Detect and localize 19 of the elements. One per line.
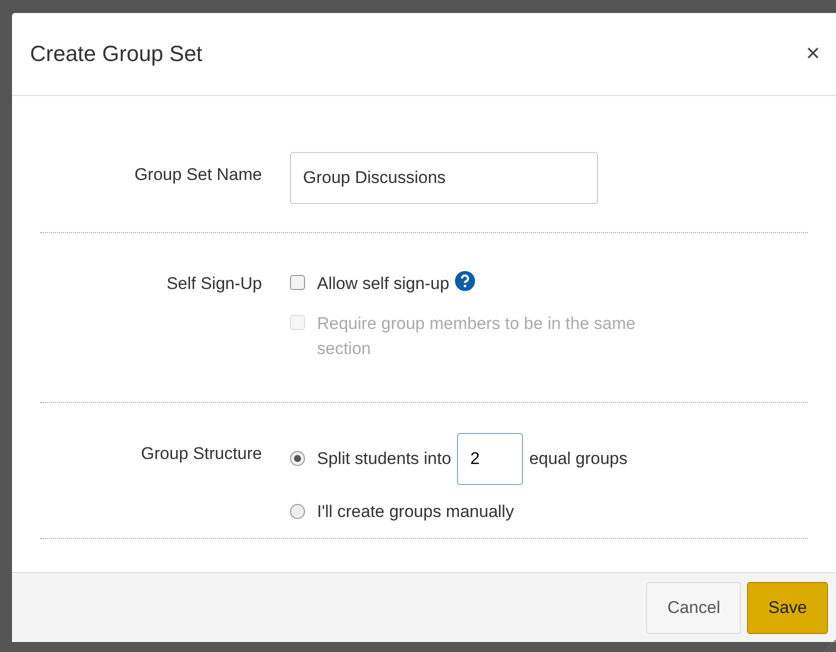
help-icon[interactable]	[455, 271, 476, 291]
field-label: Self Sign-Up	[166, 273, 263, 295]
radio-button[interactable]	[290, 451, 305, 466]
field-label: Group Structure	[140, 442, 263, 464]
close-button[interactable]: ×	[802, 42, 824, 66]
radio-button[interactable]	[290, 504, 305, 519]
radio-label: equal groups	[529, 448, 628, 470]
cancel-button[interactable]: Cancel	[646, 582, 742, 634]
group-set-name-field[interactable]: Group Discussions	[290, 152, 598, 204]
save-button[interactable]: Save	[747, 582, 828, 634]
dialog-title: Create Group Set	[30, 40, 202, 68]
group-count-field[interactable]: 2	[457, 432, 524, 484]
checkbox-label: Require group members to be in the same section	[317, 312, 636, 360]
resize-grip-icon[interactable]	[822, 638, 836, 652]
field-label: Group Set Name	[133, 164, 263, 186]
checkbox-label: Allow self sign-up	[317, 273, 450, 295]
checkbox[interactable]	[290, 275, 305, 290]
radio-label: Split students into	[317, 448, 452, 470]
radio-label: I'll create groups manually	[317, 500, 514, 522]
